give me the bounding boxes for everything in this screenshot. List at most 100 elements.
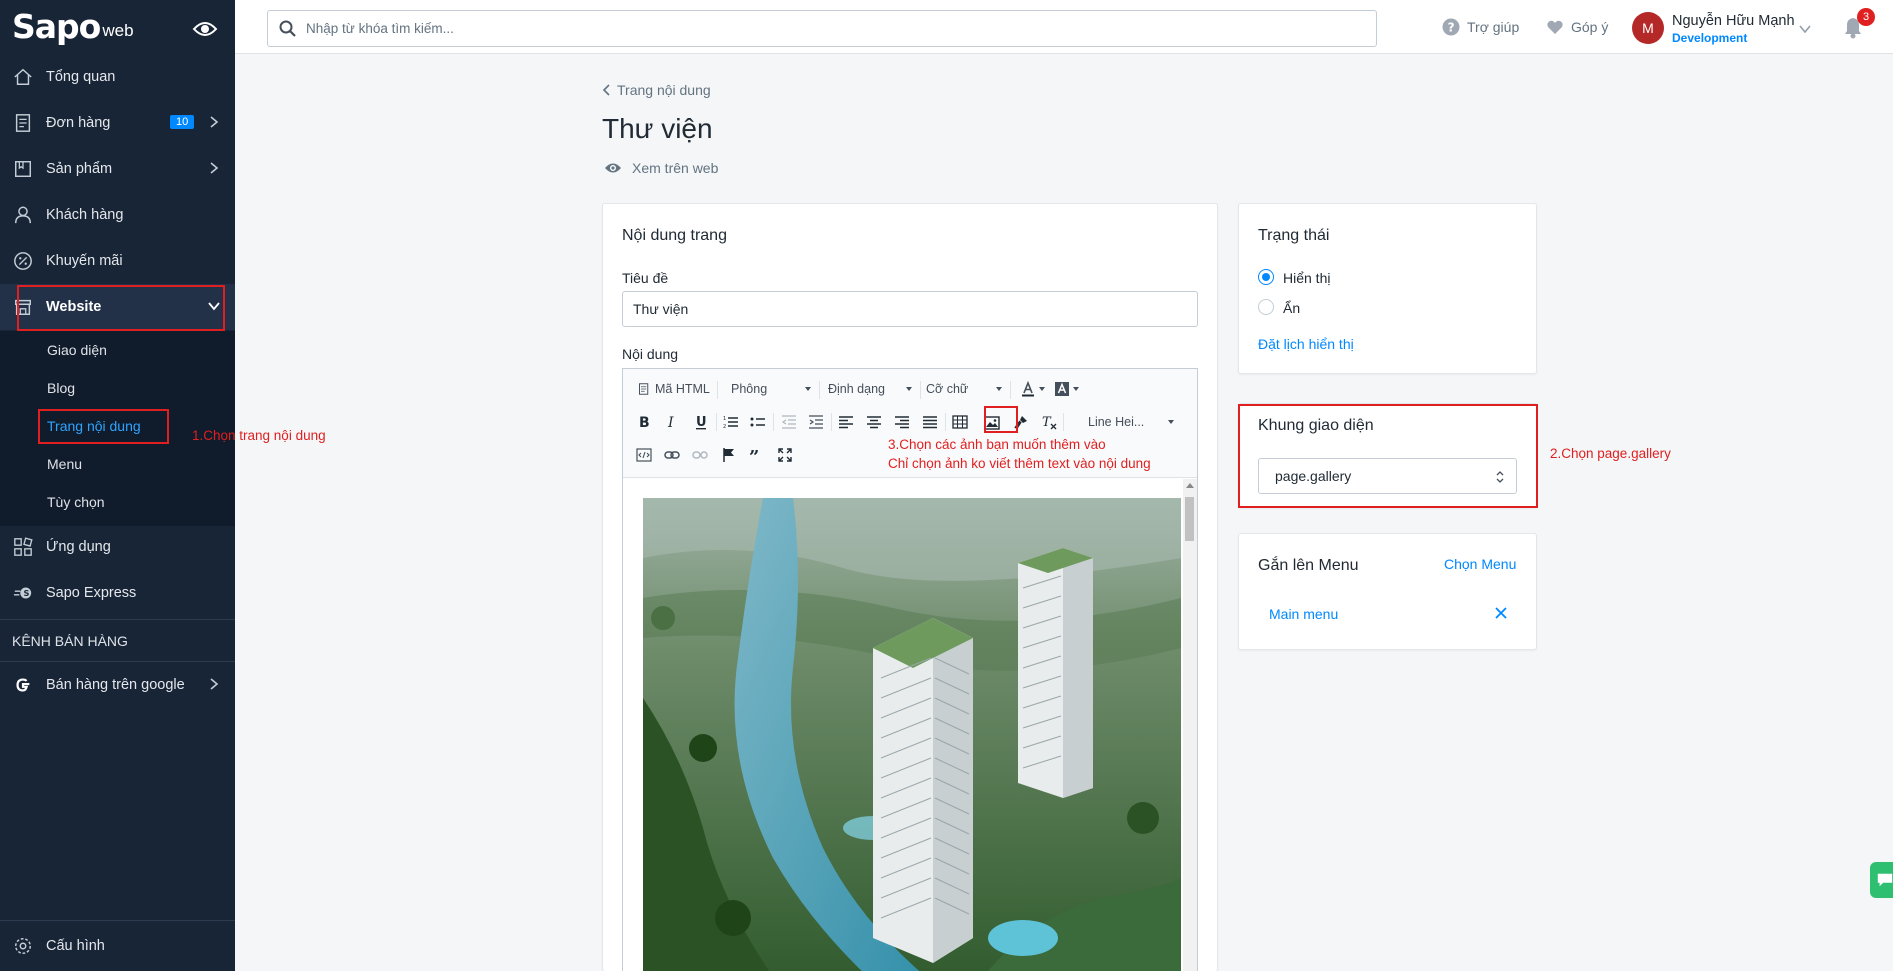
separator [831,413,832,431]
nav-promotions[interactable]: Khuyến mãi [0,238,235,284]
content-label: Nội dung [622,346,679,362]
apps-icon [14,537,33,556]
sub-item-menu[interactable]: Menu [47,456,82,472]
link-button[interactable] [664,447,680,463]
schedule-link[interactable]: Đặt lịch hiển thị [1258,336,1354,352]
close-icon[interactable] [1495,607,1507,619]
line-height-dropdown[interactable]: Line Hei... [1088,415,1174,429]
help-label: Trợ giúp [1467,19,1520,35]
breadcrumb[interactable]: Trang nội dung [601,82,711,98]
fullscreen-icon [778,448,792,462]
scroll-up-arrow[interactable] [1186,483,1194,488]
nav-google-shopping[interactable]: Bán hàng trên google [0,662,235,708]
gear-icon [15,938,31,954]
table-button[interactable] [952,414,968,430]
nav-overview[interactable]: Tổng quan [0,54,235,100]
page-title: Thư viện [602,113,713,144]
express-icon: S [13,587,32,599]
html-label: Mã HTML [655,382,710,396]
font-size-dropdown[interactable]: Cỡ chữ [926,382,1002,396]
hidden-radio[interactable] [1258,299,1274,315]
menu-card-title: Gắn lên Menu [1258,557,1359,574]
chevron-down-icon[interactable] [1798,22,1812,36]
svg-text:”: ” [749,447,759,463]
bold-button[interactable]: B [636,414,652,430]
svg-text:T: T [1042,415,1052,430]
home-icon [14,68,32,85]
background-color-button[interactable] [1054,381,1079,397]
search-placeholder: Nhập từ khóa tìm kiếm... [306,21,454,36]
unlink-button[interactable] [692,447,708,463]
caret-down-icon [1073,387,1079,391]
nav-products[interactable]: Sản phẩm [0,146,235,192]
anchor-button[interactable] [721,447,737,463]
align-left-button[interactable] [838,414,854,430]
italic-button[interactable]: I [664,414,680,430]
view-on-web-link[interactable]: Xem trên web [604,160,718,176]
nav-customers[interactable]: Khách hàng [0,192,235,238]
avatar[interactable]: M [1632,12,1664,44]
bullet-list-icon [750,417,765,427]
choose-menu-link[interactable]: Chọn Menu [1444,556,1516,572]
visible-label: Hiển thị [1283,270,1331,286]
blockquote-button[interactable]: ” [749,447,765,463]
product-icon [15,161,31,177]
scroll-thumb[interactable] [1185,497,1194,541]
sub-item-options[interactable]: Tùy chọn [47,494,105,510]
chat-widget-button[interactable] [1870,862,1893,898]
align-right-button[interactable] [894,414,910,430]
clear-format-icon: T [1042,415,1057,430]
nav-label: Đơn hàng [46,115,111,131]
bullet-list-button[interactable] [750,414,766,430]
separator [819,381,820,399]
search-icon [279,20,296,37]
editor-content[interactable] [623,479,1197,971]
nav-orders[interactable]: Đơn hàng 10 [0,100,235,146]
feedback-label: Góp ý [1571,19,1609,35]
underline-button[interactable]: U [693,414,709,430]
font-dropdown[interactable]: Phông [731,382,811,396]
nav-settings[interactable]: Cấu hình [0,923,235,969]
ordered-list-button[interactable]: 12 [723,414,739,430]
align-center-button[interactable] [866,414,882,430]
sub-item-themes[interactable]: Giao diện [47,342,107,358]
search-input[interactable]: Nhập từ khóa tìm kiếm... [267,10,1377,47]
text-color-icon [1022,381,1034,397]
sapo-logo[interactable]: Sapo web [12,8,134,46]
highlight-website [17,285,225,331]
main-menu-item[interactable]: Main menu [1269,606,1338,622]
outdent-button[interactable] [781,414,797,430]
numbered-list-icon: 12 [723,416,738,430]
user-name[interactable]: Nguyễn Hữu Mạnh [1672,13,1795,29]
align-justify-button[interactable] [922,414,938,430]
hidden-label: Ẩn [1283,300,1301,316]
format-dropdown[interactable]: Định dạng [828,382,912,396]
nav-sapo-express[interactable]: S Sapo Express [0,570,235,616]
svg-text:?: ? [1448,21,1455,35]
align-center-icon [867,416,881,429]
nav-apps[interactable]: Ứng dụng [0,524,235,570]
clear-format-button[interactable]: T [1041,414,1057,430]
fullscreen-button[interactable] [777,447,793,463]
visible-radio[interactable] [1258,269,1274,285]
code-block-button[interactable] [636,447,652,463]
logo-sub: web [102,21,134,40]
caret-down-icon [906,387,912,391]
chevron-right-icon [210,678,219,690]
unlink-icon [692,451,708,459]
indent-button[interactable] [808,414,824,430]
nav-label: Sapo Express [46,585,137,601]
sub-item-blog[interactable]: Blog [47,380,75,396]
title-field[interactable]: Thư viện [622,291,1198,327]
editor-scrollbar[interactable] [1183,479,1197,971]
help-link[interactable]: ? Trợ giúp [1442,18,1519,36]
text-color-button[interactable] [1020,381,1045,397]
underline-icon: U [696,415,707,430]
bold-icon: B [639,415,650,430]
eye-icon[interactable] [192,19,218,39]
feedback-link[interactable]: Góp ý [1546,18,1608,36]
nav-label: Tổng quan [46,69,116,85]
discount-icon [14,252,32,270]
view-on-web-label: Xem trên web [632,160,719,176]
html-source-button[interactable]: Mã HTML [638,382,710,396]
